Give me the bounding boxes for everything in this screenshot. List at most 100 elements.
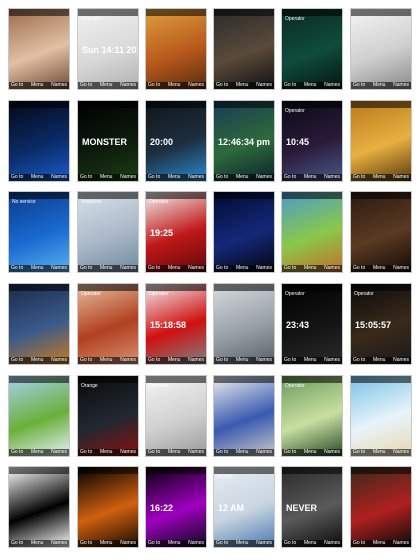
softkey-center: Menu bbox=[372, 265, 386, 271]
status-bar bbox=[282, 101, 342, 108]
softkey-left: Go to bbox=[148, 82, 161, 88]
tile-green-clock[interactable]: Operator Go to Menu Names bbox=[281, 8, 343, 90]
tile-blue-gauges[interactable]: Go to Menu Names bbox=[213, 191, 275, 273]
softkey-bar: Go to Menu Names bbox=[9, 540, 69, 547]
softkey-right: Names bbox=[51, 82, 67, 88]
softkey-left: Go to bbox=[11, 449, 24, 455]
softkey-center: Menu bbox=[303, 82, 317, 88]
operator-label: Orange bbox=[81, 383, 98, 389]
softkey-right: Names bbox=[188, 357, 204, 363]
tile-mouse-clock[interactable]: NOKIA 12 AM Go to Menu Names bbox=[213, 466, 275, 548]
softkey-right: Names bbox=[256, 357, 272, 363]
tile-zebra-swirl[interactable]: Go to Menu Names bbox=[8, 466, 70, 548]
tile-matches[interactable]: Go to Menu Names bbox=[213, 8, 275, 90]
softkey-left: Go to bbox=[353, 265, 366, 271]
tile-ferrari[interactable]: Operator 15:18:58 Go to Menu Names bbox=[145, 283, 207, 365]
status-bar bbox=[146, 192, 206, 199]
tile-bubble[interactable]: Operator Go to Menu Names bbox=[281, 375, 343, 457]
softkey-right: Names bbox=[324, 82, 340, 88]
softkey-left: Go to bbox=[216, 540, 229, 546]
softkey-left: Go to bbox=[353, 357, 366, 363]
softkey-bar: Go to Menu Names bbox=[282, 540, 342, 547]
tile-blue-lens[interactable]: 20:00 Go to Menu Names bbox=[145, 100, 207, 182]
overlay-text: 19:25 bbox=[150, 228, 174, 238]
softkey-center: Menu bbox=[99, 449, 113, 455]
softkey-center: Menu bbox=[235, 174, 249, 180]
overlay-text: Sun 14:11 2010 bbox=[82, 45, 138, 55]
tile-monster-energy[interactable]: MONSTER Go to Menu Names bbox=[77, 100, 139, 182]
softkey-left: Go to bbox=[353, 174, 366, 180]
softkey-left: Go to bbox=[353, 82, 366, 88]
softkey-right: Names bbox=[393, 82, 409, 88]
softkey-center: Menu bbox=[167, 449, 181, 455]
tile-heart-calendar[interactable]: Operator Sun 14:11 2010 Go to Menu Names bbox=[77, 8, 139, 90]
status-bar bbox=[282, 376, 342, 383]
status-bar bbox=[351, 192, 411, 199]
softkey-right: Names bbox=[393, 357, 409, 363]
tile-alarm-clock[interactable]: Operator Go to Menu Names bbox=[145, 375, 207, 457]
softkey-bar: Go to Menu Names bbox=[78, 82, 138, 89]
tile-autumn-leaves[interactable]: Go to Menu Names bbox=[145, 8, 207, 90]
tile-motorbike[interactable]: Go to Menu Names bbox=[8, 283, 70, 365]
tile-paper-sketch[interactable]: Go to Menu Names bbox=[350, 8, 412, 90]
softkey-bar: Go to Menu Names bbox=[9, 265, 69, 272]
tile-warrior[interactable]: Operator 15:05:57 Go to Menu Names bbox=[350, 283, 412, 365]
softkey-right: Names bbox=[120, 82, 136, 88]
softkey-left: Go to bbox=[284, 174, 297, 180]
tile-dolphin[interactable]: No service Go to Menu Names bbox=[8, 191, 70, 273]
tile-smoke-train[interactable]: Go to Menu Names bbox=[213, 283, 275, 365]
tile-fantasy-girl[interactable]: Go to Menu Names bbox=[281, 191, 343, 273]
softkey-center: Menu bbox=[303, 265, 317, 271]
overlay-text: 15:05:57 bbox=[355, 320, 392, 330]
status-bar bbox=[146, 376, 206, 383]
overlay-text: 23:43 bbox=[286, 320, 310, 330]
softkey-bar: Go to Menu Names bbox=[9, 449, 69, 456]
softkey-bar: Go to Menu Names bbox=[9, 357, 69, 364]
tile-black-clock[interactable]: Operator 23:43 Go to Menu Names bbox=[281, 283, 343, 365]
softkey-right: Names bbox=[393, 540, 409, 546]
softkey-center: Menu bbox=[30, 540, 44, 546]
overlay-text: 10:45 bbox=[286, 137, 310, 147]
tile-girl-redhead[interactable]: Operator Go to Menu Names bbox=[77, 283, 139, 365]
status-bar bbox=[351, 9, 411, 16]
softkey-bar: Go to Menu Names bbox=[282, 357, 342, 364]
operator-label: NOKIA bbox=[217, 474, 233, 480]
tile-fire-planet[interactable]: Go to Menu Names bbox=[77, 466, 139, 548]
softkey-left: Go to bbox=[148, 357, 161, 363]
softkey-bar: Go to Menu Names bbox=[78, 265, 138, 272]
softkey-right: Names bbox=[51, 449, 67, 455]
tile-never-trust[interactable]: NEVER Go to Menu Names bbox=[281, 466, 343, 548]
softkey-center: Menu bbox=[235, 82, 249, 88]
tile-neon-lines[interactable]: 16:22 Go to Menu Names bbox=[145, 466, 207, 548]
status-bar bbox=[351, 101, 411, 108]
tile-woman-bikini[interactable]: Go to Menu Names bbox=[8, 8, 70, 90]
softkey-left: Go to bbox=[216, 265, 229, 271]
softkey-center: Menu bbox=[372, 174, 386, 180]
tile-palm-windows[interactable]: 12:46:34 pm Go to Menu Names bbox=[213, 100, 275, 182]
softkey-center: Menu bbox=[167, 357, 181, 363]
status-bar bbox=[78, 9, 138, 16]
tile-anime-orange[interactable]: Go to Menu Names bbox=[350, 100, 412, 182]
status-bar bbox=[146, 9, 206, 16]
softkey-right: Names bbox=[51, 174, 67, 180]
tile-beach[interactable]: Go to Menu Names bbox=[350, 375, 412, 457]
tile-blue-bike[interactable]: Go to Menu Names bbox=[213, 375, 275, 457]
softkey-left: Go to bbox=[353, 449, 366, 455]
tile-angry-birds[interactable]: Go to Menu Names bbox=[350, 466, 412, 548]
softkey-center: Menu bbox=[303, 540, 317, 546]
softkey-bar: Go to Menu Names bbox=[351, 265, 411, 272]
softkey-left: Go to bbox=[80, 449, 93, 455]
tile-blue-battery[interactable]: Go to Menu Names bbox=[8, 100, 70, 182]
softkey-left: Go to bbox=[284, 82, 297, 88]
softkey-bar: Go to Menu Names bbox=[282, 82, 342, 89]
status-bar bbox=[9, 376, 69, 383]
tile-red-heart[interactable]: Operator 19:25 Go to Menu Names bbox=[145, 191, 207, 273]
operator-label: Operator bbox=[285, 16, 305, 22]
softkey-left: Go to bbox=[148, 265, 161, 271]
tile-brown-clock[interactable]: Go to Menu Names bbox=[350, 191, 412, 273]
tile-dark-skull[interactable]: Operator 10:45 Go to Menu Names bbox=[281, 100, 343, 182]
tile-vodafone-clock[interactable]: Vodafone Go to Menu Names bbox=[77, 191, 139, 273]
tile-grass-blue[interactable]: Go to Menu Names bbox=[8, 375, 70, 457]
softkey-center: Menu bbox=[30, 82, 44, 88]
tile-speedometer[interactable]: Orange Go to Menu Names bbox=[77, 375, 139, 457]
